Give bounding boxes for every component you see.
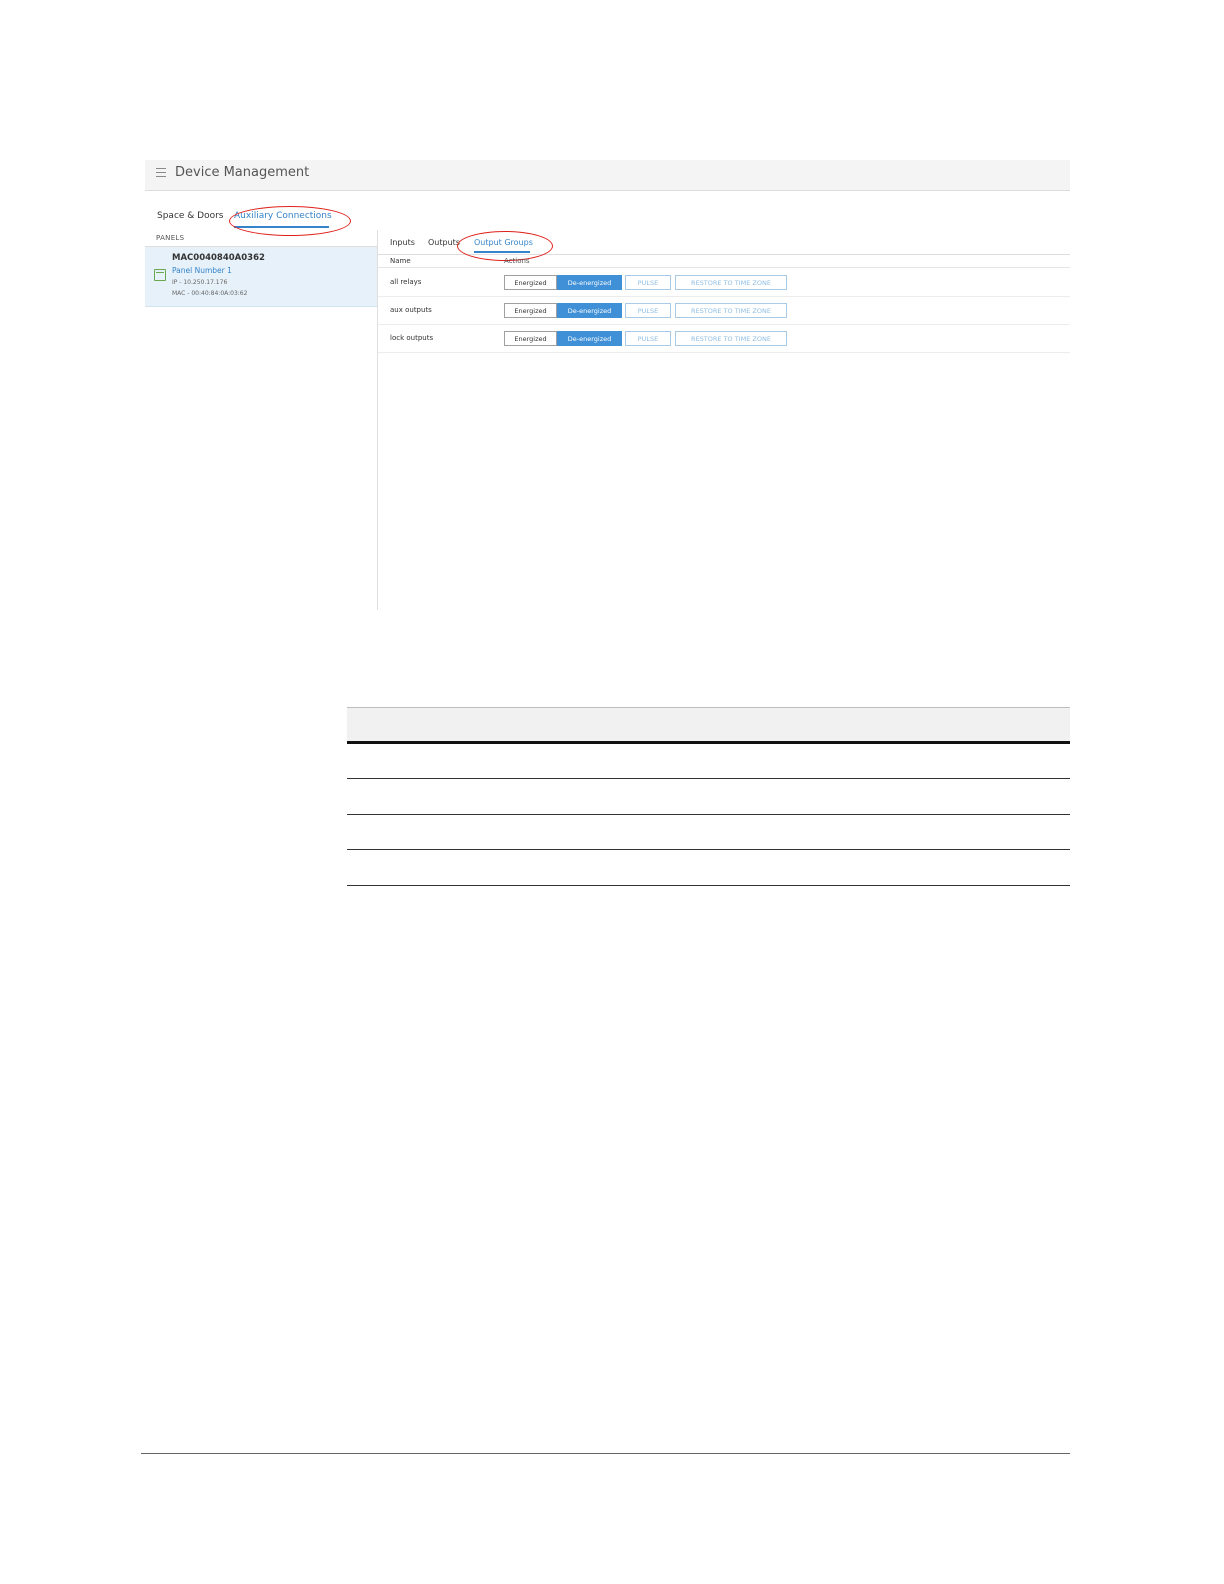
empty-table-header xyxy=(347,707,1070,742)
subtab-inputs[interactable]: Inputs xyxy=(390,238,415,247)
output-group-name: aux outputs xyxy=(390,306,432,314)
panel-device-icon xyxy=(154,269,166,281)
panels-heading: PANELS xyxy=(156,234,185,242)
energized-button[interactable]: Energized xyxy=(504,275,557,290)
app-title: Device Management xyxy=(175,165,310,180)
restore-time-zone-button[interactable]: RESTORE TO TIME ZONE xyxy=(675,331,787,346)
table-row: lock outputs Energized De-energized PULS… xyxy=(378,324,1070,353)
panels-header: PANELS xyxy=(145,230,377,247)
pulse-button[interactable]: PULSE xyxy=(625,331,671,346)
restore-time-zone-button[interactable]: RESTORE TO TIME ZONE xyxy=(675,303,787,318)
table-row: aux outputs Energized De-energized PULSE… xyxy=(378,296,1070,325)
de-energized-button[interactable]: De-energized xyxy=(557,303,622,318)
output-group-name: lock outputs xyxy=(390,334,434,342)
subtab-outputs[interactable]: Outputs xyxy=(428,238,460,247)
menu-icon[interactable] xyxy=(156,168,166,180)
panels-sidebar: PANELS MAC0040840A0362 Panel Number 1 IP… xyxy=(145,230,378,610)
footer-divider xyxy=(141,1453,1070,1454)
panel-list-item[interactable]: MAC0040840A0362 Panel Number 1 IP - 10.2… xyxy=(145,247,377,307)
panel-name: MAC0040840A0362 xyxy=(172,253,265,263)
table-row-rule xyxy=(347,778,1070,779)
table-row-rule xyxy=(347,885,1070,886)
tab-space-doors[interactable]: Space & Doors xyxy=(157,211,224,221)
table-header-rule xyxy=(347,741,1070,744)
output-group-name: all relays xyxy=(390,278,422,286)
table-row-rule xyxy=(347,814,1070,815)
table-row: all relays Energized De-energized PULSE … xyxy=(378,268,1070,297)
device-management-screenshot: Device Management Space & Doors Auxiliar… xyxy=(145,160,1070,610)
de-energized-button[interactable]: De-energized xyxy=(557,331,622,346)
energized-button[interactable]: Energized xyxy=(504,303,557,318)
column-header-actions: Actions xyxy=(504,257,530,265)
panel-number-label: Panel Number 1 xyxy=(172,266,232,275)
energized-button[interactable]: Energized xyxy=(504,331,557,346)
pulse-button[interactable]: PULSE xyxy=(625,303,671,318)
top-bar: Device Management xyxy=(145,160,1070,191)
de-energized-button[interactable]: De-energized xyxy=(557,275,622,290)
pulse-button[interactable]: PULSE xyxy=(625,275,671,290)
column-header-name: Name xyxy=(390,257,411,265)
panel-ip: IP - 10.250.17.176 xyxy=(172,279,228,286)
restore-time-zone-button[interactable]: RESTORE TO TIME ZONE xyxy=(675,275,787,290)
table-row-rule xyxy=(347,849,1070,850)
panel-mac: MAC - 00:40:84:0A:03:62 xyxy=(172,290,248,297)
